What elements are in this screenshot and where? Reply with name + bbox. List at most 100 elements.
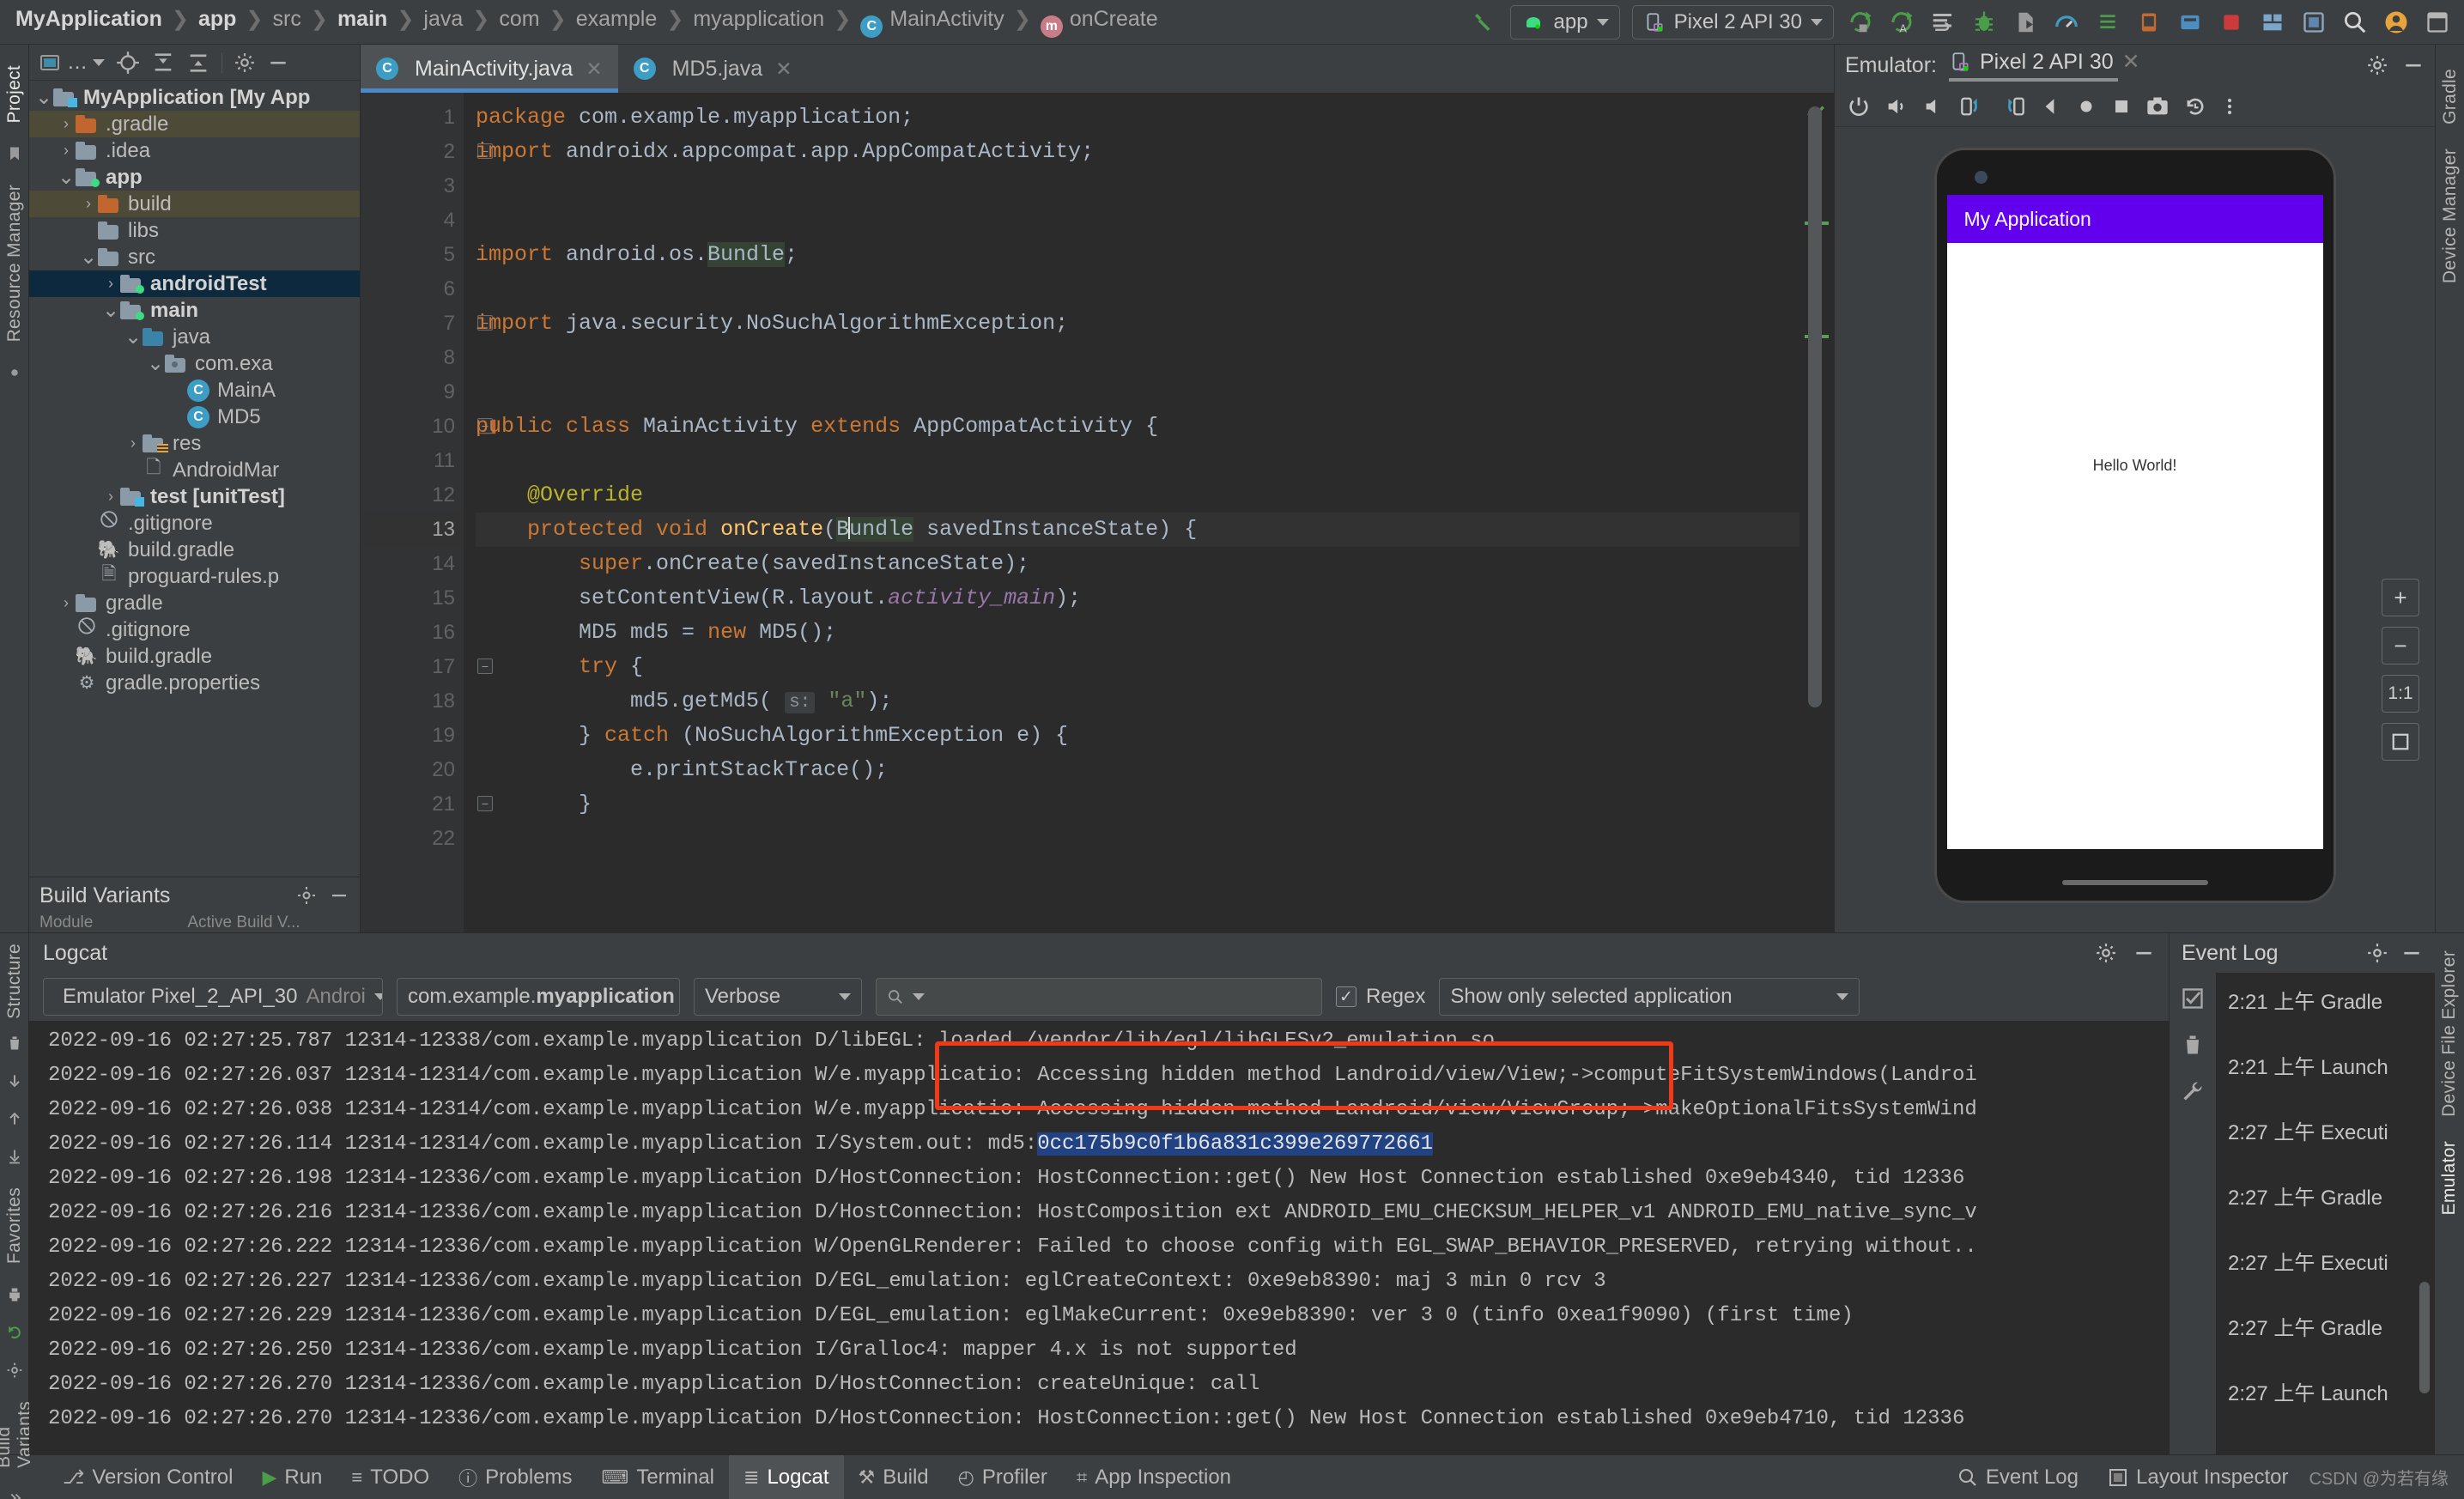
delete-icon[interactable] xyxy=(2181,1033,2205,1057)
screenshot-icon[interactable] xyxy=(2145,94,2170,118)
chevron-right-icon[interactable]: › xyxy=(101,275,120,293)
speed-icon[interactable] xyxy=(2052,8,2081,37)
status-layout-inspector[interactable]: Layout Inspector xyxy=(2099,1455,2297,1499)
chevron-down-icon[interactable]: ⌄ xyxy=(34,87,53,107)
delete-icon[interactable] xyxy=(6,1035,23,1052)
tool-window-resource-manager[interactable]: Resource Manager xyxy=(4,185,25,342)
restart-icon[interactable] xyxy=(6,1324,23,1341)
chevron-right-icon[interactable]: › xyxy=(57,594,76,612)
hide-icon[interactable] xyxy=(2402,54,2425,76)
editor-tab-mainactivity-java[interactable]: C MainActivity.java ✕ xyxy=(361,45,618,93)
power-icon[interactable] xyxy=(1847,94,1871,118)
editor-code-area[interactable]: 12−34567−8910−111213o−14151617−18192021−… xyxy=(361,93,1834,932)
overview-icon[interactable] xyxy=(2111,96,2132,117)
search-everywhere-icon[interactable] xyxy=(2340,8,2370,37)
breadcrumb-item-myapplication[interactable]: MyApplication xyxy=(15,7,162,31)
close-icon[interactable]: ✕ xyxy=(2122,49,2140,75)
settings-icon[interactable] xyxy=(6,1362,23,1379)
tree-item[interactable]: › build xyxy=(29,191,360,217)
status-tab-logcat[interactable]: ≣ Logcat xyxy=(729,1454,844,1499)
tree-item[interactable]: ⌄ MyApplication [My App xyxy=(29,84,360,111)
gutter-line[interactable]: 2− xyxy=(361,135,493,169)
event-log-entry[interactable]: 2:21 上午 Launch xyxy=(2216,1050,2435,1115)
profile-icon[interactable] xyxy=(2011,8,2040,37)
tool-window-favorites[interactable]: Favorites xyxy=(4,1187,25,1264)
event-log-entry[interactable]: 2:27 上午 Launch xyxy=(2216,1376,2435,1441)
checkbox-icon[interactable]: ✓ xyxy=(1336,986,1356,1007)
chevron-down-icon[interactable]: ⌄ xyxy=(101,300,120,320)
tree-item[interactable]: 🐘 build.gradle xyxy=(29,537,360,563)
breadcrumb-item-app[interactable]: app xyxy=(198,7,236,31)
gutter-line[interactable]: 3 xyxy=(361,169,464,203)
run-config-selector[interactable]: app xyxy=(1509,4,1620,39)
breadcrumb-item-mainactivity[interactable]: C MainActivity xyxy=(860,7,1004,38)
gutter-line[interactable]: 11 xyxy=(361,444,464,478)
gutter-line[interactable]: 6 xyxy=(361,272,464,306)
event-log-entry[interactable]: 2:27 上午 Gradle xyxy=(2216,1180,2435,1246)
tree-item[interactable]: ⌄ src xyxy=(29,244,360,270)
status-tab-version-control[interactable]: ⎇ Version Control xyxy=(48,1455,247,1499)
logcat-line[interactable]: 2022-09-16 02:27:26.222 12314-12336/com.… xyxy=(48,1230,2169,1265)
zoom-out-button[interactable]: − xyxy=(2382,627,2419,665)
more-icon[interactable] xyxy=(7,1490,22,1499)
tree-item[interactable]: ⌄ main xyxy=(29,297,360,324)
tree-item[interactable]: › gradle xyxy=(29,590,360,616)
zoom-fit-button[interactable] xyxy=(2382,723,2419,761)
history-icon[interactable] xyxy=(2183,94,2207,118)
logcat-filter-selector[interactable]: Show only selected application xyxy=(1439,978,1860,1016)
logcat-line[interactable]: 2022-09-16 02:27:26.216 12314-12336/com.… xyxy=(48,1196,2169,1230)
breadcrumb-item-myapplication[interactable]: myapplication xyxy=(693,7,824,31)
settings-icon[interactable] xyxy=(2366,54,2388,76)
emulator-screen-area[interactable]: My Application Hello World! + − 1:1 xyxy=(1835,127,2435,932)
collapse-all-icon[interactable] xyxy=(186,51,210,75)
project-structure-icon[interactable] xyxy=(2258,8,2287,37)
debug-icon[interactable] xyxy=(1969,8,1999,37)
back-icon[interactable] xyxy=(2039,95,2061,118)
tree-item[interactable]: ⌄ app xyxy=(29,164,360,191)
tree-item[interactable]: 🗋 AndroidMar xyxy=(29,457,360,483)
logcat-output[interactable]: 2022-09-16 02:27:25.787 12314-12338/com.… xyxy=(29,1021,2169,1454)
gutter-line[interactable]: 12 xyxy=(361,478,464,513)
tree-item[interactable]: libs xyxy=(29,217,360,244)
editor-code-text[interactable]: package com.example.myapplication; impor… xyxy=(464,93,1799,932)
status-tab-build[interactable]: ⚒ Build xyxy=(844,1455,944,1499)
settings-icon[interactable] xyxy=(234,52,256,74)
tree-item[interactable]: › androidTest xyxy=(29,270,360,297)
locate-icon[interactable] xyxy=(116,51,140,75)
emulator-device-frame[interactable]: My Application Hello World! xyxy=(1933,148,2336,903)
settings-icon[interactable] xyxy=(2366,942,2388,964)
logcat-device-selector[interactable]: Emulator Pixel_2_API_30 Androi xyxy=(43,978,383,1016)
gutter-line[interactable]: 21− xyxy=(361,787,493,822)
event-log-entry[interactable]: 2:21 上午 Gradle xyxy=(2216,985,2435,1050)
hide-icon[interactable] xyxy=(2400,942,2423,964)
layout-inspector-icon[interactable] xyxy=(2299,8,2328,37)
logcat-line[interactable]: 2022-09-16 02:27:26.227 12314-12336/com.… xyxy=(48,1265,2169,1299)
more-icon[interactable] xyxy=(2221,94,2238,118)
tree-item[interactable]: › res xyxy=(29,430,360,457)
gutter-line[interactable]: 9 xyxy=(361,375,464,410)
editor-tab-md5-java[interactable]: C MD5.java ✕ xyxy=(618,45,808,93)
breadcrumb-item-src[interactable]: src xyxy=(273,7,301,31)
emulator-app-screen[interactable]: My Application Hello World! xyxy=(1946,195,2323,849)
status-tab-todo[interactable]: ≡ TODO xyxy=(337,1455,444,1499)
event-log-list[interactable]: 2:21 上午 Gradle 2:21 上午 Launch 2:27 上午 Exec… xyxy=(2216,973,2435,1454)
gutter-line[interactable]: 14 xyxy=(361,547,464,581)
volume-up-icon[interactable] xyxy=(1884,94,1909,118)
avd-manager-icon[interactable] xyxy=(2134,8,2164,37)
tool-window-gradle[interactable]: Gradle xyxy=(2440,69,2461,124)
gutter-line[interactable]: 15 xyxy=(361,581,464,616)
user-icon[interactable] xyxy=(2382,8,2411,37)
run-coverage-icon[interactable]: A xyxy=(1887,8,1916,37)
gutter-line[interactable]: 4 xyxy=(361,203,464,238)
event-log-entry[interactable]: 2:27 上午 Executi xyxy=(2216,1115,2435,1180)
chevron-right-icon[interactable]: › xyxy=(101,488,120,506)
gutter-line[interactable]: 7− xyxy=(361,306,493,341)
editor-scrollbar[interactable] xyxy=(1799,93,1834,932)
project-tree[interactable]: ⌄ MyApplication [My App › .gradle › .idea ⌄ app… xyxy=(29,81,360,877)
gutter-line[interactable]: 1 xyxy=(361,100,464,135)
status-event-log[interactable]: Event Log xyxy=(1949,1455,2087,1499)
stop-icon[interactable] xyxy=(2217,8,2246,37)
chevron-down-icon[interactable]: ⌄ xyxy=(57,167,76,187)
zoom-actual-button[interactable]: 1:1 xyxy=(2382,675,2419,713)
gutter-line[interactable]: 18 xyxy=(361,684,464,719)
